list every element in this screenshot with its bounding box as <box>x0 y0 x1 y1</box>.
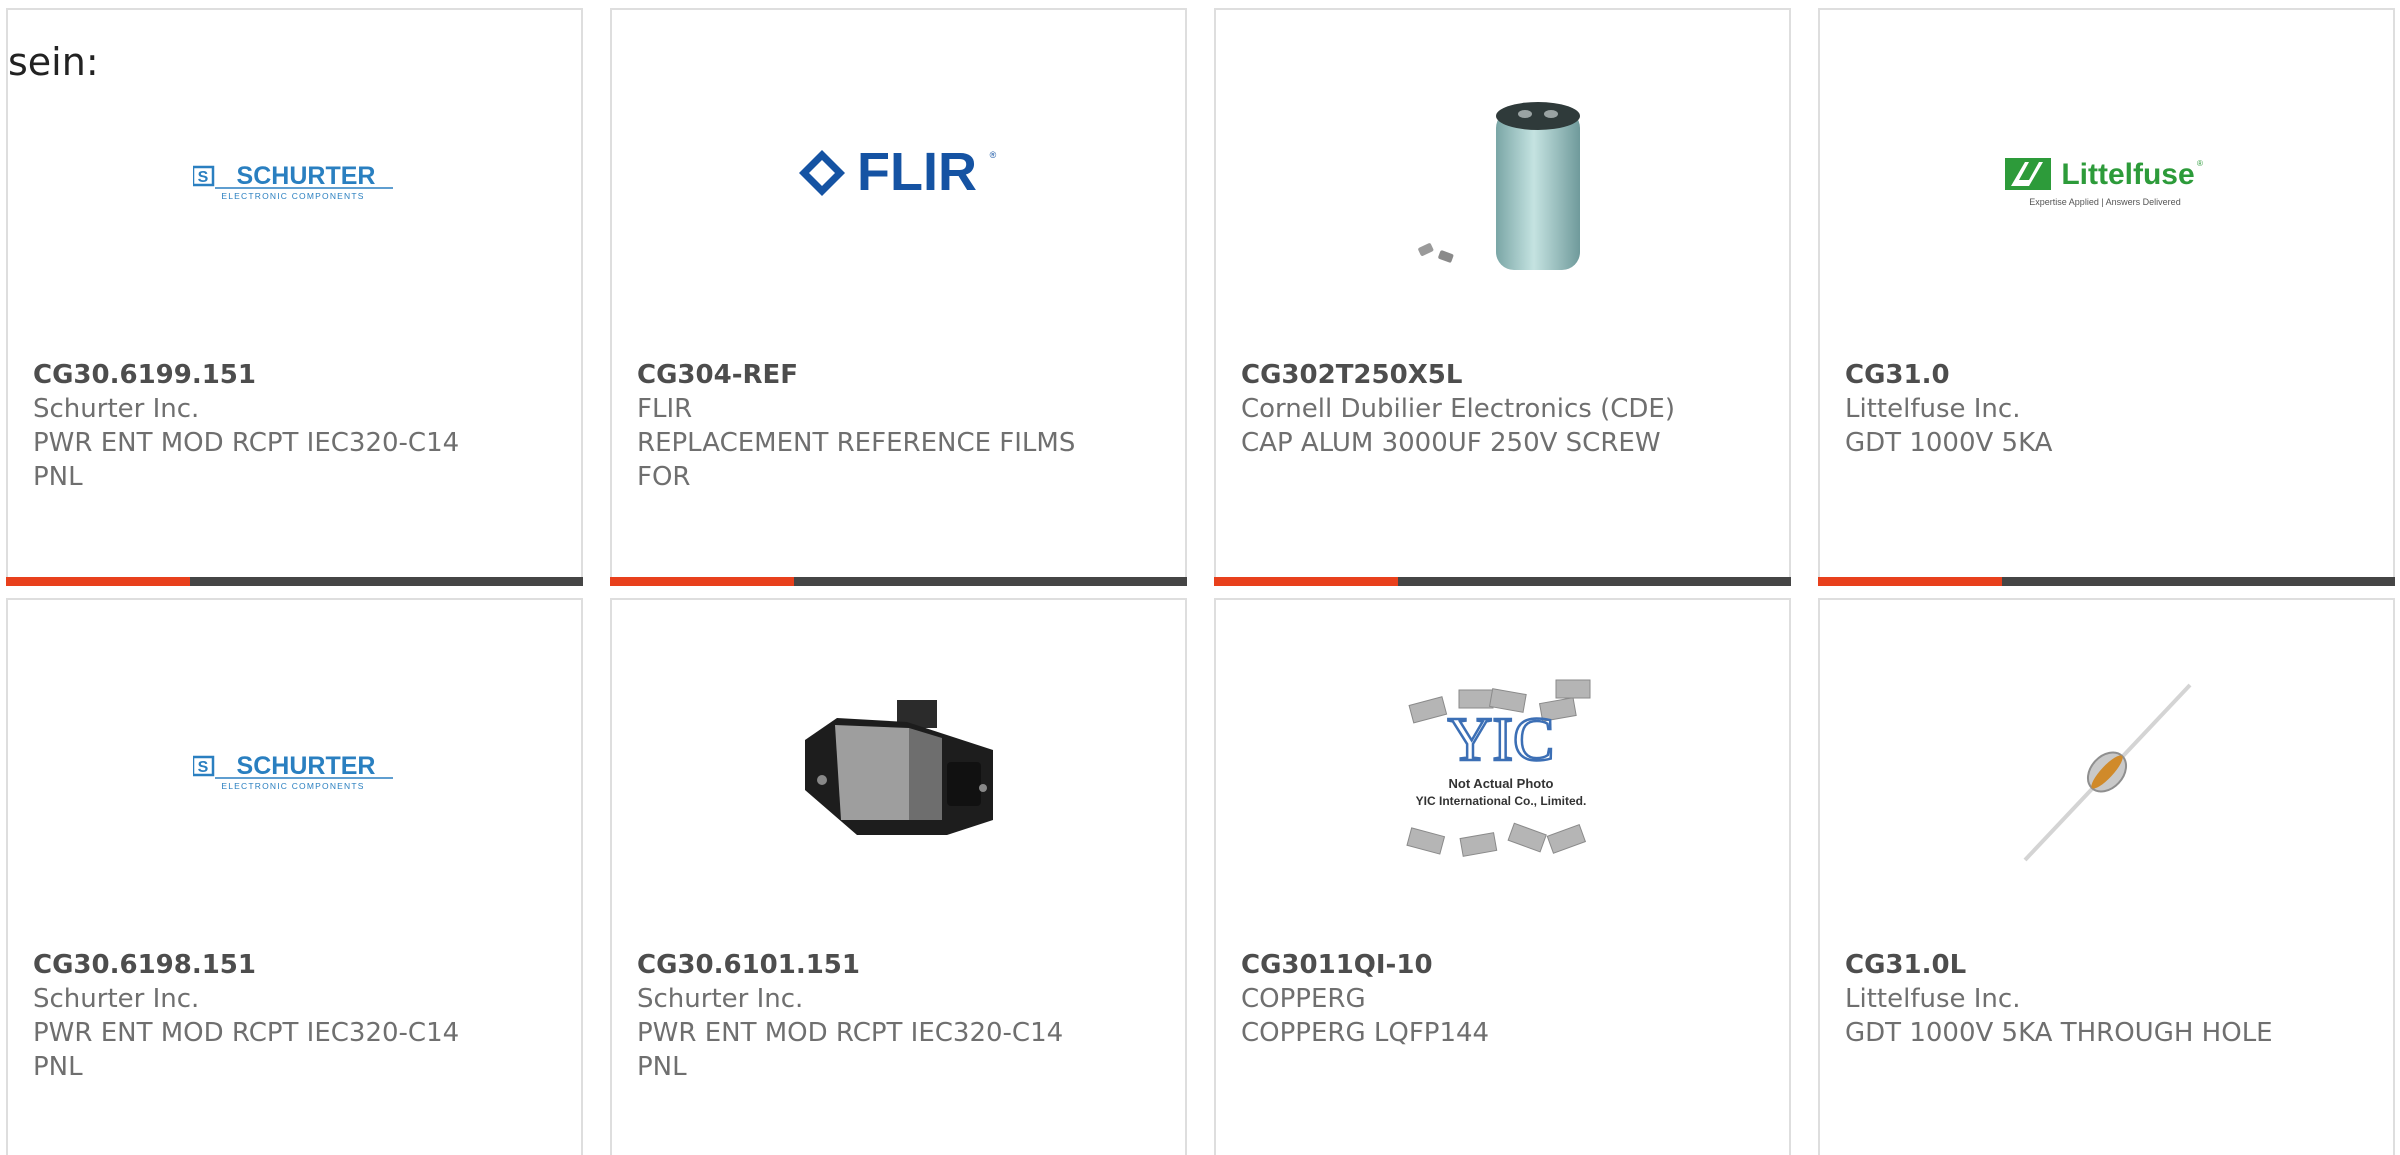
description: CAP ALUM 3000UF 250V SCREW <box>1241 428 1661 458</box>
product-card[interactable]: CG302T250X5L Cornell Dubilier Electronics… <box>1214 8 1791 586</box>
manufacturer: FLIR <box>637 394 693 424</box>
product-info: CG3011QI-10 COPPERG COPPERG LQFP144 <box>1241 948 1761 1050</box>
description: PWR ENT MOD RCPT IEC320-C14 PNL <box>33 428 460 492</box>
littelfuse-logo: Littelfuse ® Expertise Applied | Answers D… <box>2005 158 2203 207</box>
product-info: CG302T250X5L Cornell Dubilier Electronics… <box>1241 358 1761 460</box>
description: GDT 1000V 5KA <box>1845 428 2053 458</box>
manufacturer: Schurter Inc. <box>33 394 200 424</box>
card-footer-bar <box>1818 577 2395 586</box>
card-footer-bar <box>6 577 583 586</box>
manufacturer: Littelfuse Inc. <box>1845 984 2021 1014</box>
product-image[interactable]: Littelfuse ® Expertise Applied | Answers D… <box>2005 80 2205 280</box>
part-number-link[interactable]: CG31.0 <box>1845 358 2365 392</box>
product-card[interactable]: Littelfuse ® Expertise Applied | Answers D… <box>1818 8 2395 586</box>
card-footer-bar <box>610 577 1187 586</box>
description: PWR ENT MOD RCPT IEC320-C14 PNL <box>33 1018 460 1082</box>
product-info: CG31.0L Littelfuse Inc. GDT 1000V 5KA THRO… <box>1845 948 2365 1050</box>
product-card[interactable]: CG30.6101.151 Schurter Inc. PWR ENT MOD RC… <box>610 598 1187 1155</box>
capacitor-photo <box>1418 102 1580 270</box>
product-image[interactable] <box>1401 80 1601 280</box>
product-image[interactable] <box>797 670 997 870</box>
product-image[interactable]: S SCHURTER ELECTRONIC COMPONENTS <box>193 670 393 870</box>
logo-name: Littelfuse <box>2061 158 2194 191</box>
description: COPPERG LQFP144 <box>1241 1018 1490 1048</box>
yic-logo: YIC <box>1448 706 1555 774</box>
product-grid-page: sein: S SCHURTER ELECTRONIC COMPONENTS CG30… <box>0 0 2400 1155</box>
flir-logo: FLIR ® <box>799 142 997 202</box>
product-info: CG31.0 Littelfuse Inc. GDT 1000V 5KA <box>1845 358 2365 460</box>
card-footer-bar <box>1214 577 1791 586</box>
product-info: CG30.6199.151 Schurter Inc. PWR ENT MOD RC… <box>33 358 553 494</box>
product-info: CG30.6101.151 Schurter Inc. PWR ENT MOD RC… <box>637 948 1157 1084</box>
product-card[interactable]: FLIR ® CG304-REF FLIR REPLACEMENT REFERENCE … <box>610 8 1187 586</box>
svg-text:S: S <box>198 169 209 186</box>
product-image[interactable]: YIC Not Actual Photo YIC International Co.… <box>1401 670 1601 870</box>
gdt-component-photo <box>2023 683 2192 862</box>
description: PWR ENT MOD RCPT IEC320-C14 PNL <box>637 1018 1064 1082</box>
schurter-logo: S SCHURTERELECTRONIC COMPONENTS <box>193 162 393 201</box>
manufacturer: Schurter Inc. <box>33 984 200 1014</box>
description: GDT 1000V 5KA THROUGH HOLE <box>1845 1018 2273 1048</box>
manufacturer: Littelfuse Inc. <box>1845 394 2021 424</box>
intro-text: sein: <box>8 40 99 84</box>
manufacturer: Schurter Inc. <box>637 984 804 1014</box>
logo-name: FLIR <box>857 142 977 202</box>
logo-tagline: ELECTRONIC COMPONENTS <box>221 191 364 201</box>
logo-name: SCHURTER <box>237 752 376 780</box>
part-number-link[interactable]: CG302T250X5L <box>1241 358 1761 392</box>
product-info: CG30.6198.151 Schurter Inc. PWR ENT MOD RC… <box>33 948 553 1084</box>
manufacturer: Cornell Dubilier Electronics (CDE) <box>1241 394 1675 424</box>
power-entry-module-photo <box>805 700 993 835</box>
product-card[interactable]: S SCHURTER ELECTRONIC COMPONENTS CG30.6199.… <box>6 8 583 586</box>
card-footer-accent <box>610 577 794 586</box>
product-image[interactable]: S SCHURTER ELECTRONIC COMPONENTS <box>193 80 393 280</box>
schurter-logo: S SCHURTERELECTRONIC COMPONENTS <box>193 752 393 791</box>
placeholder-company: YIC International Co., Limited. <box>1416 794 1587 808</box>
svg-text:S: S <box>198 759 209 776</box>
product-info: CG304-REF FLIR REPLACEMENT REFERENCE FILMS… <box>637 358 1157 494</box>
card-footer-accent <box>1818 577 2002 586</box>
product-card[interactable]: CG31.0L Littelfuse Inc. GDT 1000V 5KA THRO… <box>1818 598 2395 1155</box>
product-card[interactable]: YIC Not Actual Photo YIC International Co.… <box>1214 598 1791 1155</box>
logo-name: SCHURTER <box>237 162 376 190</box>
logo-tagline: Expertise Applied | Answers Delivered <box>2029 197 2180 207</box>
card-footer-accent <box>1214 577 1398 586</box>
description: REPLACEMENT REFERENCE FILMS FOR <box>637 428 1076 492</box>
placeholder-note: Not Actual Photo <box>1449 776 1554 791</box>
logo-tagline: ELECTRONIC COMPONENTS <box>221 781 364 791</box>
part-number-link[interactable]: CG304-REF <box>637 358 1157 392</box>
svg-text:®: ® <box>990 150 997 160</box>
card-footer-accent <box>6 577 190 586</box>
part-number-link[interactable]: CG30.6198.151 <box>33 948 553 982</box>
product-image[interactable] <box>2005 670 2205 870</box>
part-number-link[interactable]: CG30.6199.151 <box>33 358 553 392</box>
part-number-link[interactable]: CG3011QI-10 <box>1241 948 1761 982</box>
svg-text:®: ® <box>2197 159 2203 168</box>
yic-placeholder-photo: YIC Not Actual Photo YIC International Co.… <box>1406 679 1591 857</box>
product-card[interactable]: S SCHURTER ELECTRONIC COMPONENTS CG30.6198.… <box>6 598 583 1155</box>
part-number-link[interactable]: CG30.6101.151 <box>637 948 1157 982</box>
part-number-link[interactable]: CG31.0L <box>1845 948 2365 982</box>
manufacturer: COPPERG <box>1241 984 1366 1014</box>
product-image[interactable]: FLIR ® <box>797 80 997 280</box>
